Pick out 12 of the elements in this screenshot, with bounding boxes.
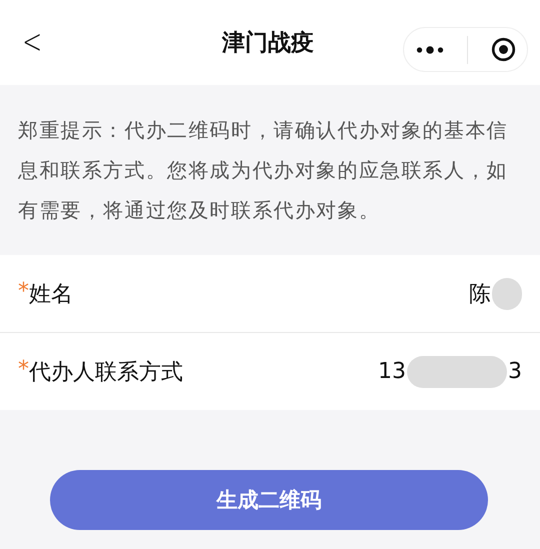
back-button[interactable]: < — [19, 22, 46, 62]
generate-qr-button[interactable]: 生成二维码 — [50, 470, 488, 530]
field-value: 3 — [508, 359, 522, 384]
field-value: 陈 — [469, 280, 491, 308]
required-mark: * — [18, 278, 29, 306]
notice-text: 郑重提示：代办二维码时，请确认代办对象的基本信息和联系方式。您将成为代办对象的应急联系人，如有需要，将通过您及时联系代办对象。 — [18, 117, 509, 224]
field-label: 姓名 — [29, 280, 73, 308]
field-value: 13 — [378, 359, 406, 384]
page-title: 津门战疫 — [222, 29, 314, 58]
required-mark: * — [18, 356, 29, 384]
field-label: 代办人联系方式 — [29, 358, 183, 386]
more-icon[interactable] — [415, 44, 446, 54]
